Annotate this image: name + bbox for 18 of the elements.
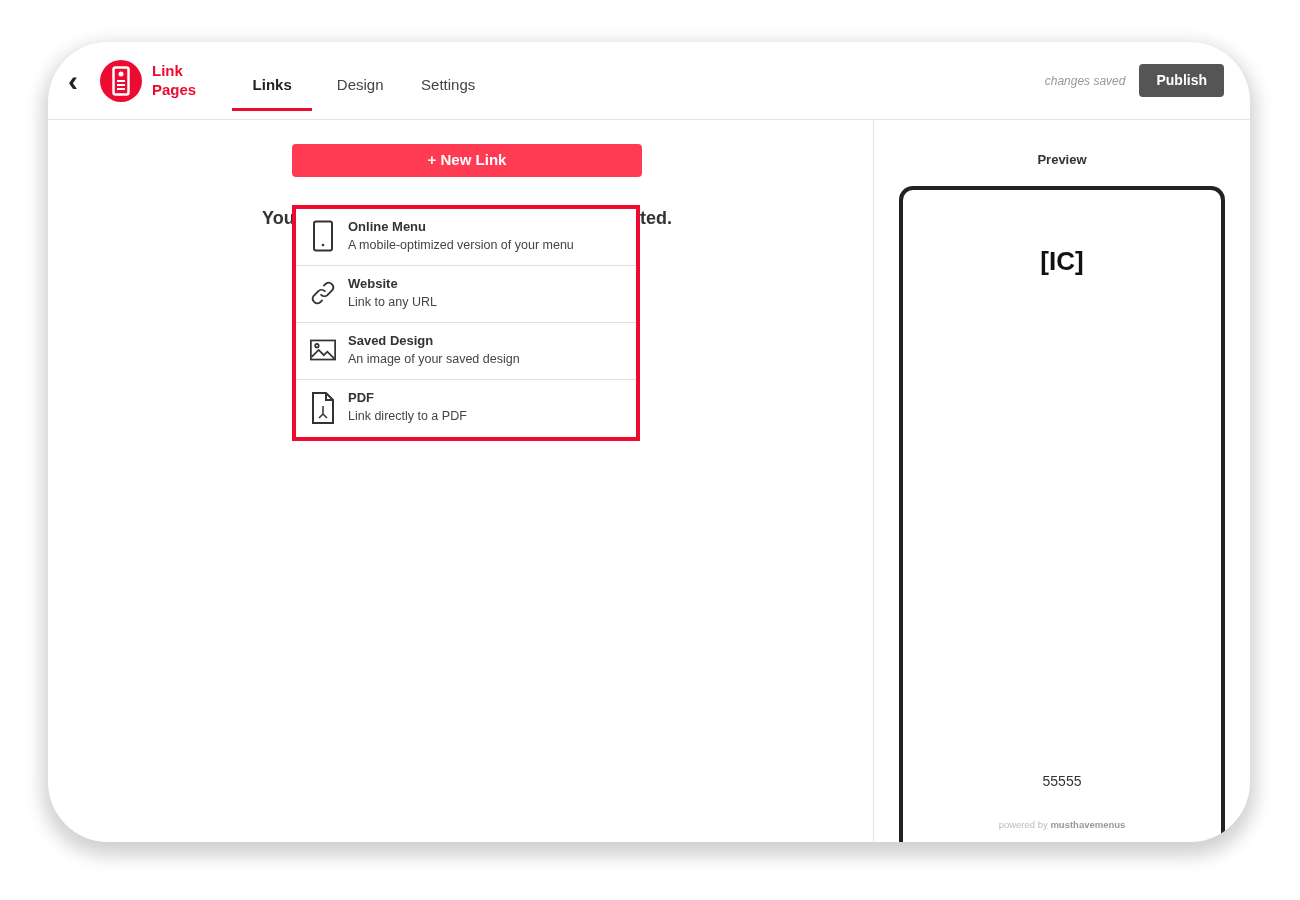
tab[interactable]: Settings: [408, 63, 489, 112]
powered-by-text: powered by musthavemenus: [998, 817, 1126, 832]
phone-number: 55555: [1042, 771, 1082, 791]
brand-name: Link Pages: [152, 61, 197, 100]
new-link-button[interactable]: + New Link: [292, 144, 642, 177]
image-icon: [310, 338, 336, 362]
publish-button[interactable]: Publish: [1139, 64, 1224, 97]
save-status: changes saved: [1044, 72, 1126, 90]
empty-message-text: ted.: [640, 207, 672, 230]
tab[interactable]: Links: [232, 63, 313, 112]
link-icon: [310, 279, 336, 307]
document-icon: [310, 391, 336, 424]
phone-icon: [310, 220, 336, 252]
tab[interactable]: Design: [320, 63, 401, 112]
back-button[interactable]: ‹: [62, 65, 84, 96]
business-name: [IC]: [1040, 244, 1084, 278]
preview-title: Preview: [1037, 151, 1087, 169]
logo-icon: [100, 59, 142, 102]
